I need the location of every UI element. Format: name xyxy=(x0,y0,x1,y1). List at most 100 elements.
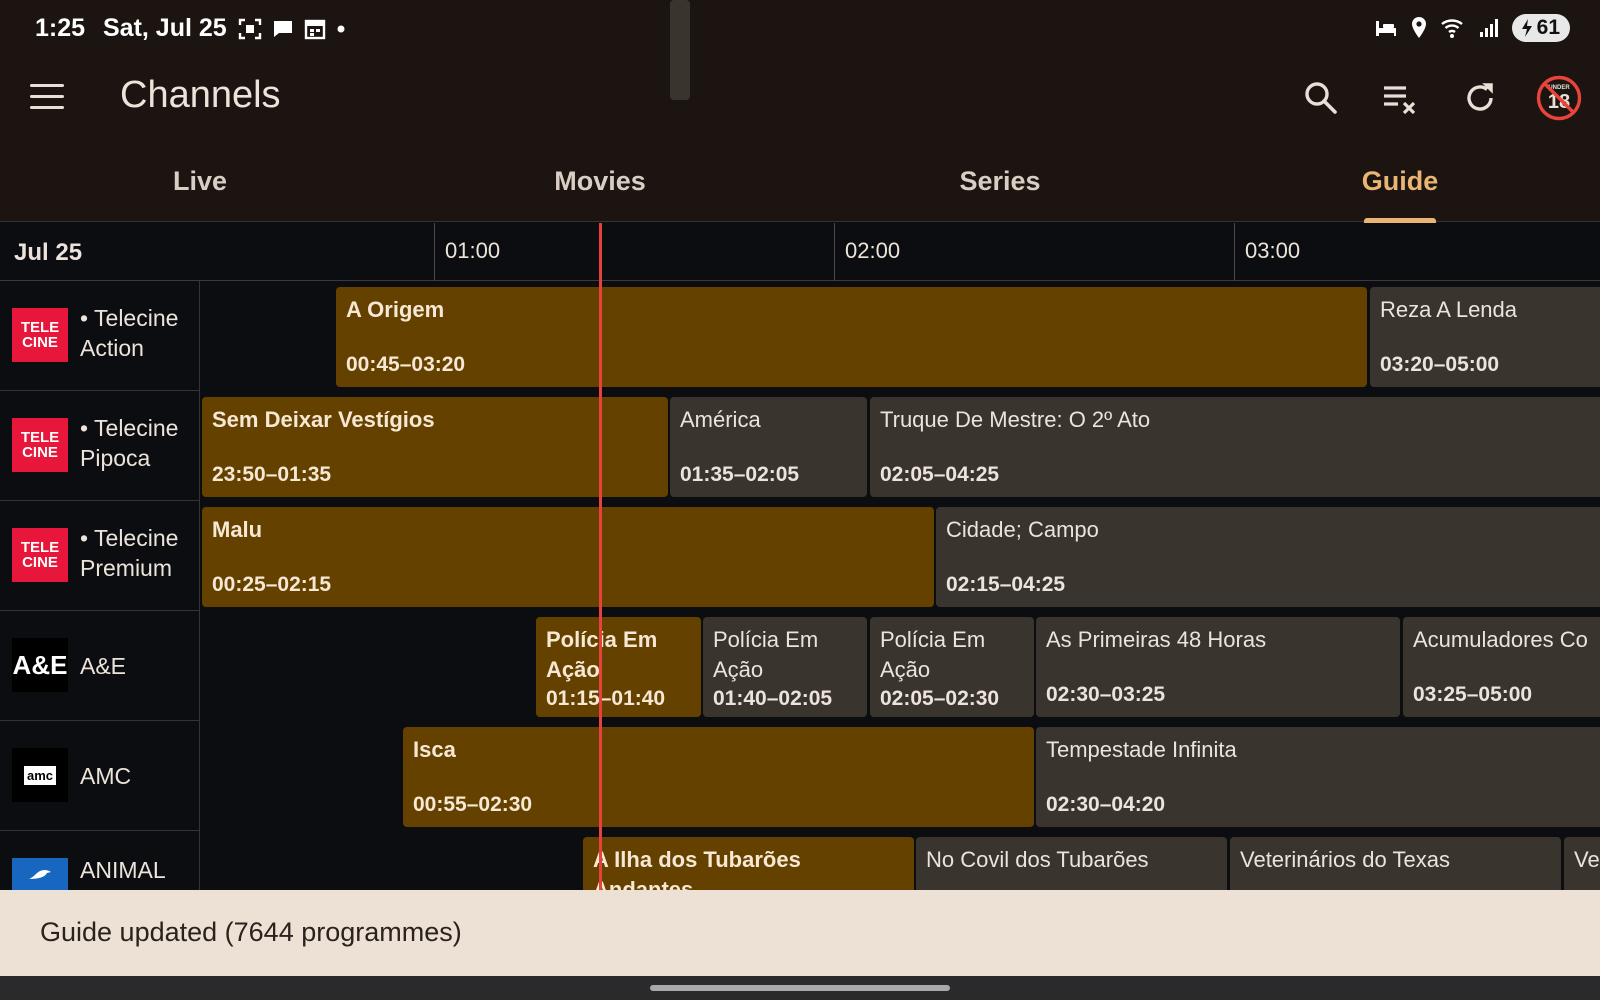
programme-time: 02:15–04:25 xyxy=(946,573,1066,596)
time-tick: 01:00 xyxy=(434,223,500,281)
channel-row-ae[interactable]: A&E A&E xyxy=(0,611,200,721)
channel-row-telecine-pipoca[interactable]: TELE CINE • Telecine Pipoca xyxy=(0,391,200,501)
channel-name: AMC xyxy=(80,763,132,789)
home-gesture-handle[interactable] xyxy=(650,985,950,991)
status-bar: 1:25 Sat, Jul 25 61 xyxy=(0,0,1600,58)
status-time: 1:25 xyxy=(35,14,86,42)
programme-title: Cidade; Campo xyxy=(946,517,1099,542)
channel-name: • Telecine Pipoca xyxy=(80,415,179,471)
programme-time: 01:15–01:40 xyxy=(546,687,666,710)
channel-name: A&E xyxy=(80,653,127,679)
amc-logo: amc xyxy=(12,748,68,802)
programme-title: Tempestade Infinita xyxy=(1046,737,1237,762)
programme[interactable]: Polícia Em Ação 01:40–02:05 xyxy=(703,617,867,717)
programme-time: 02:05–02:30 xyxy=(880,687,1000,710)
programme-current[interactable]: Polícia Em Ação 01:15–01:40 xyxy=(536,617,701,717)
channel-name: • Telecine Premium xyxy=(80,525,179,581)
tab-series[interactable]: Series xyxy=(800,138,1200,222)
programme-current[interactable]: A Origem 00:45–03:20 xyxy=(336,287,1367,387)
dot-icon xyxy=(337,25,345,33)
app-bar: Channels UNDER 18 xyxy=(0,58,1600,138)
programme[interactable] xyxy=(670,0,690,100)
under-18-icon[interactable]: UNDER 18 xyxy=(1536,75,1582,121)
channel-name: • Telecine Action xyxy=(80,305,179,361)
programme-title: Isca xyxy=(413,737,456,762)
battery-icon: 61 xyxy=(1511,14,1570,42)
programme-time: 00:25–02:15 xyxy=(212,573,332,596)
programme-title: Polícia Em Ação xyxy=(713,627,819,682)
programme-title: Polícia Em Ação xyxy=(546,627,658,682)
programme-time: 02:05–04:25 xyxy=(880,463,1000,486)
programme-title: Reza A Lenda xyxy=(1380,297,1518,322)
programme-time: 01:35–02:05 xyxy=(680,463,800,486)
animal-planet-logo xyxy=(12,858,68,890)
screenshot-icon xyxy=(238,18,262,40)
signal-icon xyxy=(1479,19,1498,37)
tab-movies[interactable]: Movies xyxy=(400,138,800,222)
programme-time: 03:25–05:00 xyxy=(1413,683,1533,706)
guide-date: Jul 25 xyxy=(14,239,83,266)
programme-title: A Origem xyxy=(346,297,445,322)
programme-current[interactable]: A Ilha dos Tubarões Andantes xyxy=(583,837,914,890)
programme-title: Veterinários do Texas xyxy=(1240,847,1450,872)
snackbar-message: Guide updated (7644 programmes) xyxy=(40,917,462,947)
page-title: Channels xyxy=(120,74,281,116)
programme[interactable]: No Covil dos Tubarões xyxy=(916,837,1227,890)
programme[interactable]: Acumuladores Co 03:25–05:00 xyxy=(1403,617,1600,717)
programme-current[interactable]: Malu 00:25–02:15 xyxy=(202,507,934,607)
time-header: Jul 25 01:00 02:00 03:00 xyxy=(0,223,1600,281)
programme[interactable]: América 01:35–02:05 xyxy=(670,397,867,497)
location-icon xyxy=(1411,17,1426,38)
programme-time: 00:55–02:30 xyxy=(413,793,533,816)
programme-title: Truque De Mestre: O 2º Ato xyxy=(880,407,1151,432)
telecine-logo: TELE CINE xyxy=(12,418,68,472)
programme-title: As Primeiras 48 Horas xyxy=(1046,627,1267,652)
programme[interactable]: Cidade; Campo 02:15–04:25 xyxy=(936,507,1600,607)
telecine-logo: TELE CINE xyxy=(12,308,68,362)
programme-title: Sem Deixar Vestígios xyxy=(212,407,435,432)
ae-logo: A&E xyxy=(12,638,68,692)
programme-time: 02:30–03:25 xyxy=(1046,683,1166,706)
menu-icon[interactable] xyxy=(30,84,64,110)
svg-text:18: 18 xyxy=(1548,91,1570,113)
wifi-icon xyxy=(1440,19,1463,38)
programme-title: Polícia Em Ação xyxy=(880,627,986,682)
search-icon[interactable] xyxy=(1301,78,1341,118)
programme-title: América xyxy=(680,407,761,432)
programme-title: A Ilha dos Tubarões Andantes xyxy=(593,847,801,890)
programme-title: Ve xyxy=(1574,847,1600,872)
channel-row-telecine-action[interactable]: TELE CINE • Telecine Action xyxy=(0,281,200,391)
channel-name: ANIMAL xyxy=(80,857,166,883)
programme[interactable]: Truque De Mestre: O 2º Ato 02:05–04:25 xyxy=(870,397,1600,497)
programme-title: Acumuladores Co xyxy=(1413,627,1588,652)
tab-guide[interactable]: Guide xyxy=(1200,138,1600,223)
programme-time: 00:45–03:20 xyxy=(346,353,466,376)
clear-list-icon[interactable] xyxy=(1380,78,1420,118)
status-date: Sat, Jul 25 xyxy=(103,14,227,42)
tab-live[interactable]: Live xyxy=(0,138,400,222)
channel-row-amc[interactable]: amc AMC xyxy=(0,721,200,831)
channel-row-telecine-premium[interactable]: TELE CINE • Telecine Premium xyxy=(0,501,200,611)
refresh-icon[interactable] xyxy=(1460,78,1500,118)
programme[interactable]: As Primeiras 48 Horas 02:30–03:25 xyxy=(1036,617,1400,717)
programme-title: No Covil dos Tubarões xyxy=(926,847,1149,872)
calendar-icon xyxy=(304,19,326,40)
snackbar: Guide updated (7644 programmes) xyxy=(0,890,1600,976)
programme[interactable]: Veterinários do Texas xyxy=(1230,837,1561,890)
programme-time: 01:40–02:05 xyxy=(713,687,833,710)
system-nav-bar xyxy=(0,976,1600,1000)
programme[interactable]: Reza A Lenda 03:20–05:00 xyxy=(1370,287,1600,387)
programme-time: 02:30–04:20 xyxy=(1046,793,1166,816)
programme-time: 23:50–01:35 xyxy=(212,463,332,486)
message-icon xyxy=(274,21,292,37)
tab-bar: Live Movies Series Guide xyxy=(0,138,1600,223)
programme[interactable]: Tempestade Infinita 02:30–04:20 xyxy=(1036,727,1600,827)
time-tick: 02:00 xyxy=(834,223,900,281)
programme[interactable]: Ve xyxy=(1564,837,1600,890)
programme-current[interactable]: Isca 00:55–02:30 xyxy=(403,727,1034,827)
now-indicator xyxy=(599,223,602,890)
telecine-logo: TELE CINE xyxy=(12,528,68,582)
bed-icon xyxy=(1375,21,1396,36)
programme[interactable]: Polícia Em Ação 02:05–02:30 xyxy=(870,617,1034,717)
programme-time: 03:20–05:00 xyxy=(1380,353,1500,376)
